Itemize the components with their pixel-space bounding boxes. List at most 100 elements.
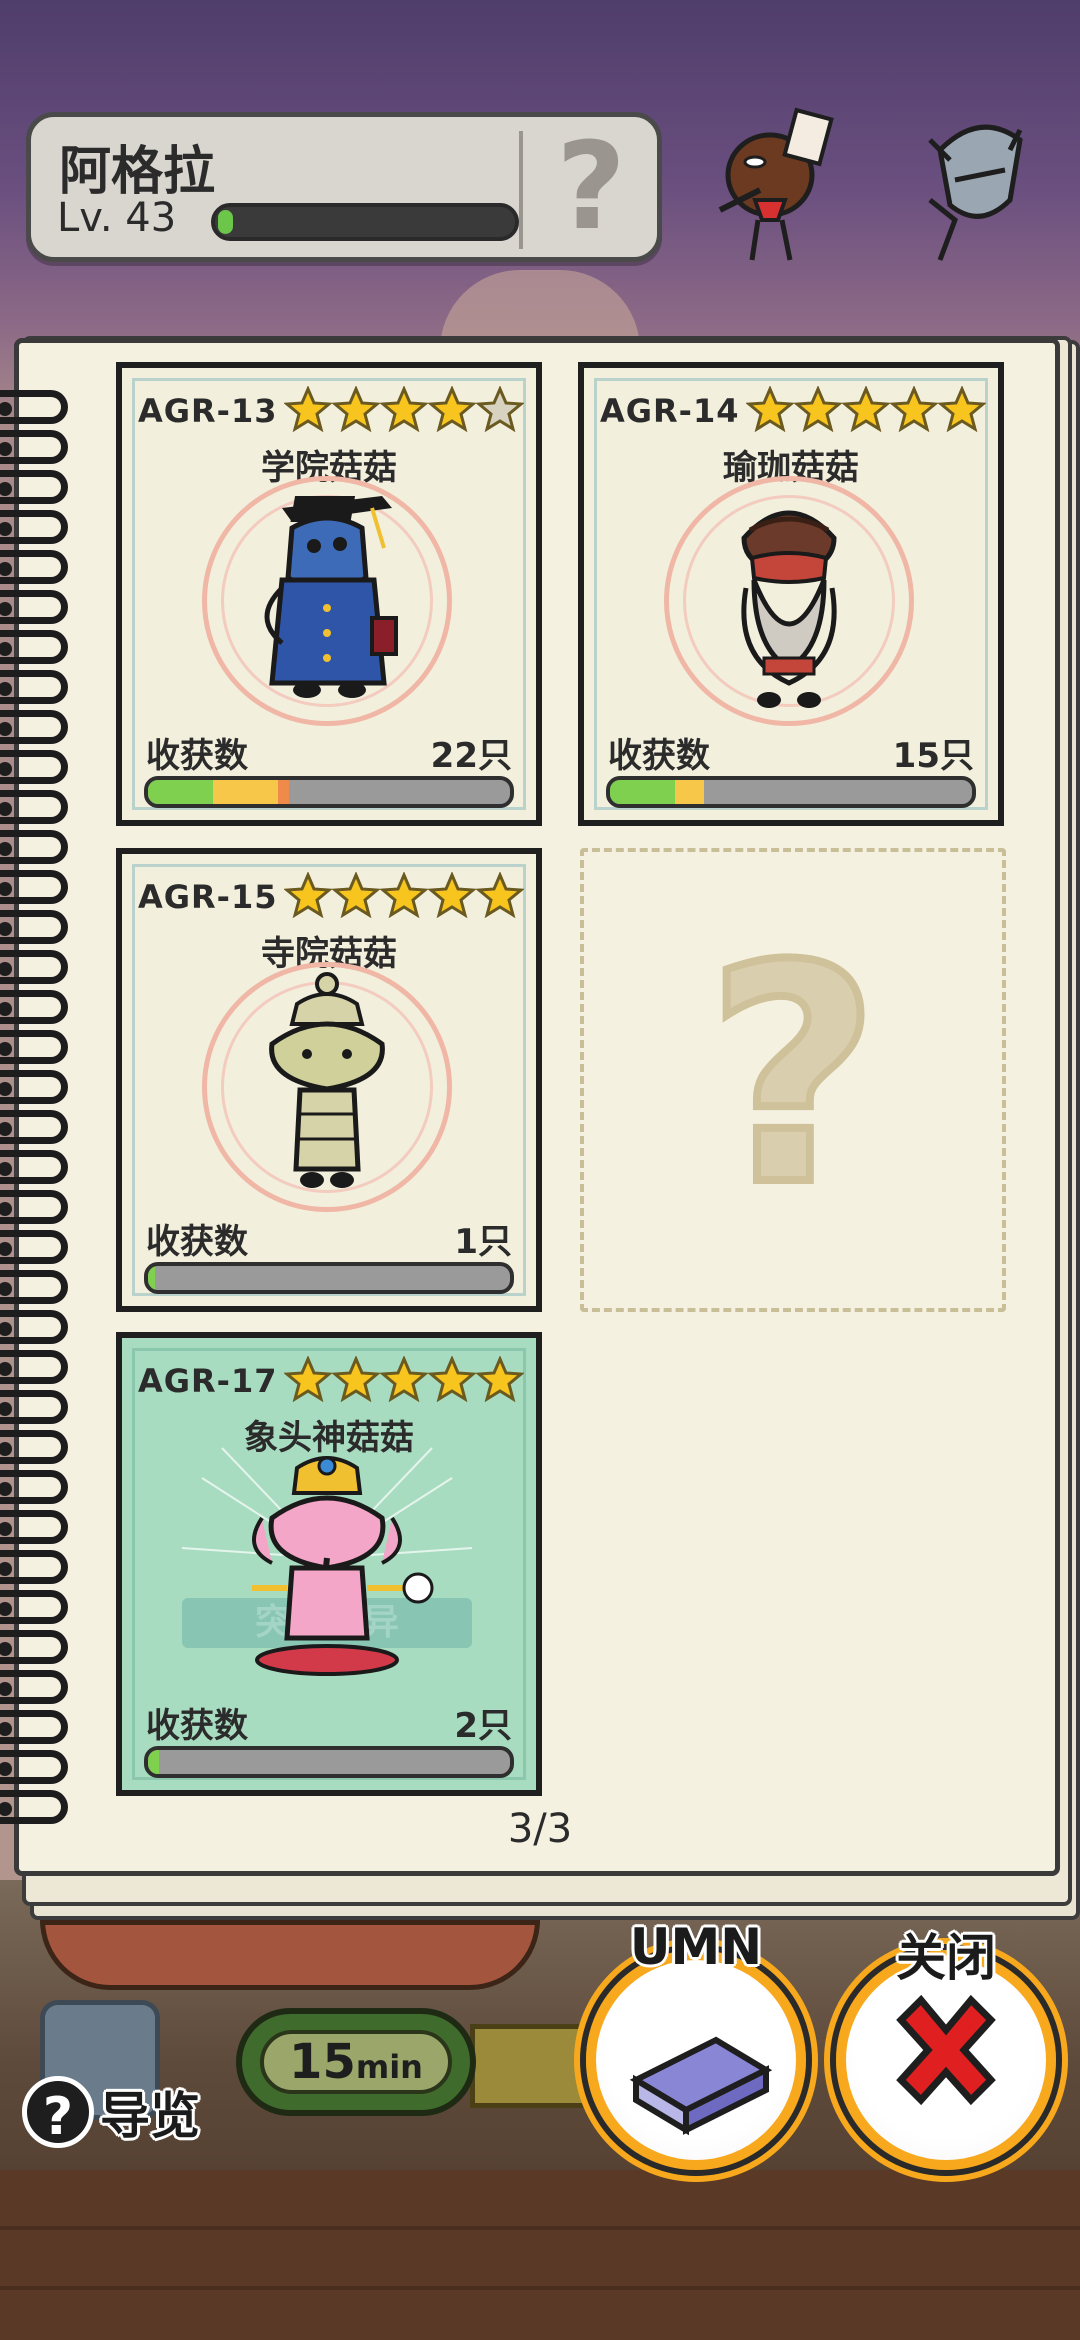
card-code: AGR-15: [138, 878, 278, 916]
collection-card[interactable]: AGR-13 学院菇菇 收获数 22只: [116, 362, 542, 826]
notebook-ring: [0, 1470, 68, 1504]
star-filled-icon: [428, 1356, 476, 1403]
progress-segment: [148, 780, 214, 804]
harvest-progress-bar: [606, 776, 976, 808]
level-progress-bar: [211, 203, 519, 241]
timer-number: 15: [289, 2034, 356, 2090]
notebook-ring: [0, 990, 68, 1024]
notebook-ring: [0, 1390, 68, 1424]
harvest-count: 15只: [892, 736, 974, 776]
notebook-ring: [0, 1150, 68, 1184]
player-level: Lv. 43: [57, 195, 177, 241]
notebook-ring: [0, 430, 68, 464]
notebook-ring: [0, 1670, 68, 1704]
star-filled-icon: [380, 1356, 428, 1403]
progress-segment: [213, 780, 279, 804]
notebook-ring: [0, 750, 68, 784]
notebook-ring: [0, 1190, 68, 1224]
star-filled-icon: [428, 872, 476, 919]
star-filled-icon: [938, 386, 986, 433]
empty-collection-slot[interactable]: ?: [580, 848, 1006, 1312]
star-rating: [284, 386, 524, 434]
temple-mushroom-art: [269, 972, 385, 1188]
notebook-ring: [0, 670, 68, 704]
star-rating: [284, 1356, 524, 1404]
progress-segment: [610, 780, 676, 804]
guide-label: 导览: [100, 2087, 200, 2145]
armored-knight-icon[interactable]: [910, 110, 1040, 270]
notebook-ring: [0, 590, 68, 624]
guide-button[interactable]: ? 导览: [22, 2074, 200, 2150]
star-filled-icon: [746, 386, 794, 433]
notebook-ring: [0, 790, 68, 824]
harvest-label: 收获数: [146, 1222, 248, 1262]
harvest-progress-bar: [144, 1262, 514, 1294]
timer-value: 15min: [260, 2030, 452, 2094]
notebook-ring: [0, 470, 68, 504]
notebook-ring: [0, 1710, 68, 1744]
notebook-ring: [0, 1550, 68, 1584]
star-filled-icon: [890, 386, 938, 433]
notebook-ring: [0, 630, 68, 664]
star-filled-icon: [332, 386, 380, 433]
star-filled-icon: [332, 872, 380, 919]
notebook-ring: [0, 1070, 68, 1104]
card-code: AGR-14: [600, 392, 740, 430]
player-panel: 阿格拉 Lv. 43 ?: [26, 112, 662, 262]
star-filled-icon: [284, 1356, 332, 1403]
notebook-ring: [0, 1110, 68, 1144]
umn-button[interactable]: UMN: [586, 1918, 806, 2170]
collection-card[interactable]: AGR-14 瑜珈菇菇 收获数 15只: [578, 362, 1004, 826]
star-filled-icon: [428, 386, 476, 433]
close-button[interactable]: 关闭: [836, 1929, 1056, 2170]
page-indicator: 3/3: [507, 1806, 573, 1852]
background-floor: [0, 2170, 1080, 2340]
notebook-ring: [0, 390, 68, 424]
notebook-ring: [0, 1630, 68, 1664]
star-filled-icon: [332, 1356, 380, 1403]
star-filled-icon: [794, 386, 842, 433]
level-progress-fill: [218, 210, 233, 234]
star-filled-icon: [842, 386, 890, 433]
book-icon: [629, 2036, 773, 2136]
notebook-ring: [0, 950, 68, 984]
harvest-progress-bar: [144, 776, 514, 808]
notebook-rings: [0, 390, 70, 1840]
harvest-progress-bar: [144, 1746, 514, 1778]
progress-segment: [148, 1750, 159, 1774]
ganesha-mushroom-art: 突然变异: [181, 1447, 473, 1676]
notebook-ring: [0, 1590, 68, 1624]
divider: [519, 131, 523, 249]
star-filled-icon: [380, 386, 428, 433]
star-rating: [746, 386, 986, 434]
timer-unit: min: [355, 2048, 423, 2086]
star-empty-icon: [476, 386, 524, 433]
mushroom-warrior-icon[interactable]: [700, 100, 840, 270]
notebook-ring: [0, 1510, 68, 1544]
player-name: 阿格拉: [59, 142, 216, 202]
collection-card[interactable]: AGR-15 寺院菇菇 收获数 1只: [116, 848, 542, 1312]
background-stool: [40, 1920, 540, 1990]
notebook-ring: [0, 870, 68, 904]
notebook-ring: [0, 910, 68, 944]
yoga-mushroom-art: [741, 510, 837, 708]
star-filled-icon: [284, 386, 332, 433]
unknown-question-icon: ?: [702, 902, 884, 1251]
notebook-ring: [0, 1750, 68, 1784]
notebook-ring: [0, 1430, 68, 1464]
harvest-count: 22只: [430, 736, 512, 776]
star-filled-icon: [476, 1356, 524, 1403]
timer-display[interactable]: 15min: [236, 2008, 476, 2116]
notebook-ring: [0, 550, 68, 584]
progress-segment: [278, 780, 290, 804]
progress-segment: [148, 1266, 156, 1290]
help-button[interactable]: ?: [531, 123, 651, 253]
close-x-icon: [896, 1994, 996, 2106]
harvest-label: 收获数: [146, 1706, 248, 1746]
notebook-ring: [0, 1350, 68, 1384]
scholar-mushroom-art: [264, 496, 398, 698]
harvest-count: 2只: [454, 1706, 512, 1746]
progress-segment: [675, 780, 705, 804]
star-filled-icon: [380, 872, 428, 919]
collection-card-special[interactable]: AGR-17 象头神菇菇 突然变异 收获数 2只: [116, 1332, 542, 1796]
